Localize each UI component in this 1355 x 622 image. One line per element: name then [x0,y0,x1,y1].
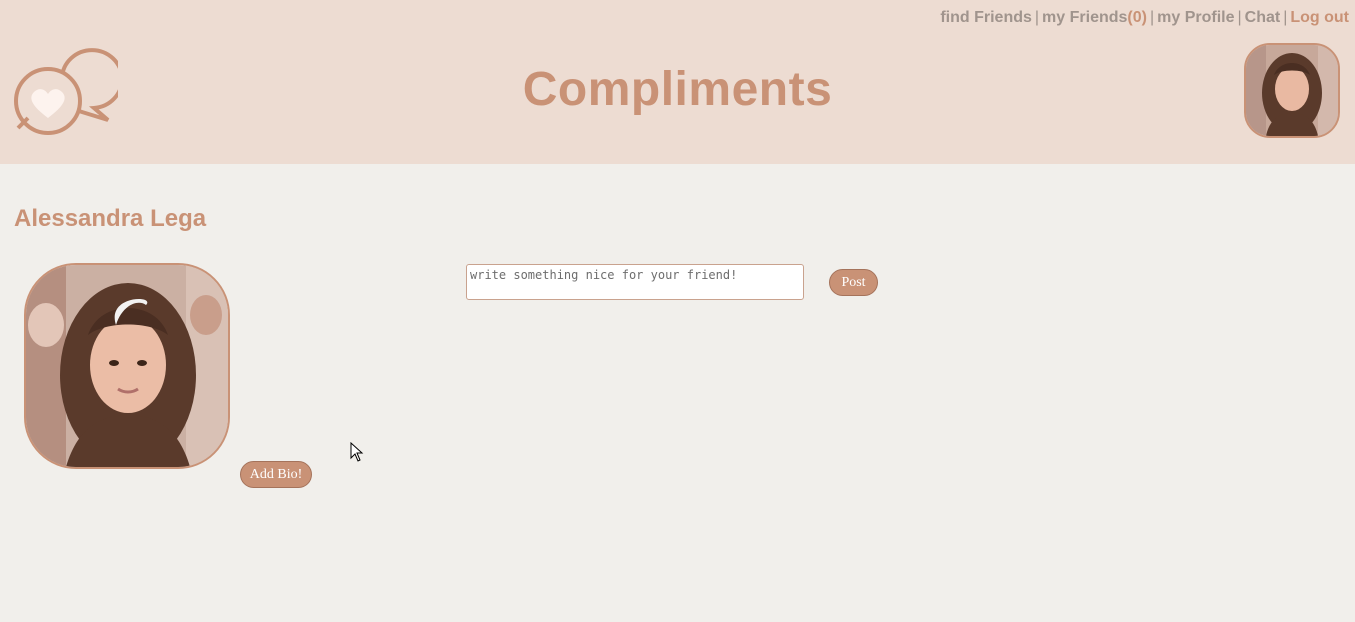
add-bio-button[interactable]: Add Bio! [240,461,312,488]
mouse-cursor-icon [350,442,364,462]
nav-my-friends[interactable]: my Friends(0) [1042,9,1147,26]
nav-chat[interactable]: Chat [1245,9,1281,26]
profile-name: Alessandra Lega [14,205,207,232]
nav-separator: | [1283,9,1288,26]
nav-log-out[interactable]: Log out [1290,9,1349,26]
header-avatar[interactable] [1244,43,1340,138]
compliment-input[interactable] [466,264,804,300]
app-header: find Friends | my Friends(0) | my Profile | Ch… [0,0,1355,164]
post-button[interactable]: Post [829,269,878,296]
nav-separator: | [1237,9,1242,26]
profile-photo [24,263,230,469]
nav-my-friends-label: my Friends [1042,9,1128,26]
friends-count: (0) [1127,9,1147,26]
nav-separator: | [1149,9,1155,26]
nav-find-friends[interactable]: find Friends [940,9,1032,26]
page-title: Compliments [522,63,833,116]
nav-my-profile[interactable]: my Profile [1157,9,1234,26]
nav-separator: | [1034,9,1040,26]
top-nav: find Friends | my Friends(0) | my Profile | Ch… [940,9,1349,27]
